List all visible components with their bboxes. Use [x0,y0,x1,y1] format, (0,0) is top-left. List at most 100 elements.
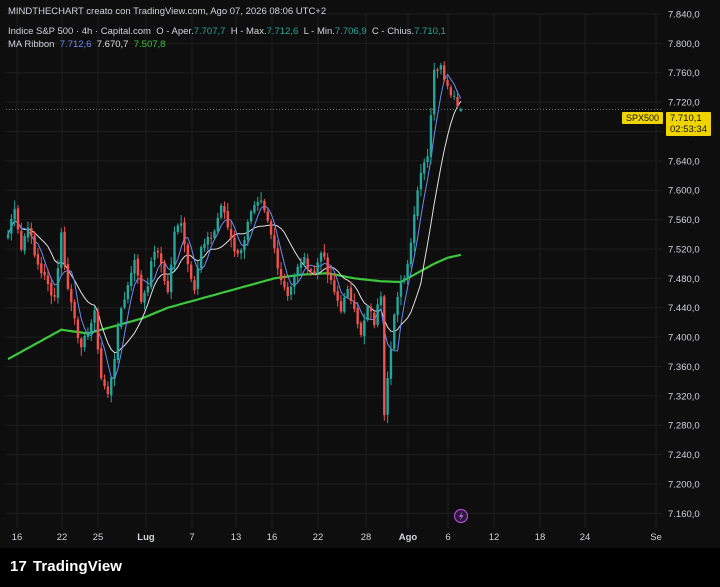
candle-body [36,254,40,265]
candle-body [323,252,326,257]
candle-body [143,292,146,303]
candle-body [40,263,43,274]
candle-body [249,211,253,222]
candle-body [263,200,266,211]
candle-body [296,266,299,276]
x-axis: 16 22 25 Lug 7 13 16 22 28 Ago 6 12 18 24 Se [12,532,662,543]
high-value: 7.712,6 [266,26,299,37]
candle-body [383,296,386,416]
candle-body [253,204,256,213]
x-tick-label: 6 [445,532,450,543]
candle-body [316,262,319,273]
candle-body [216,217,219,232]
low-label: L - Min. [303,26,335,37]
tradingview-logo-icon: 17 [10,558,27,575]
candle-body [153,251,156,260]
candle-body [293,276,296,288]
candle-body [419,172,423,190]
candle-body [309,269,313,271]
candle-body [333,280,336,293]
candle-body [339,301,343,312]
candle-body [156,251,160,253]
candle-body [116,326,120,360]
y-tick-label: 7.480,0 [668,274,700,285]
candle-body [60,232,63,268]
candle-body [303,257,306,264]
candle-body [399,282,403,297]
candle-body [426,156,429,163]
y-tick-label: 7.760,0 [668,68,700,79]
ma-fast-value: 7.712,6 [59,39,92,50]
y-tick-label: 7.400,0 [668,333,700,344]
chart-area[interactable]: 7.840,07.800,07.760,07.720,07.680,07.640… [0,0,720,587]
candle-body [326,257,329,276]
candle-body [213,231,216,238]
candle-body [439,65,443,70]
x-tick-label: 25 [93,532,104,543]
candle-body [159,253,163,264]
candle-body [239,250,243,254]
candle-body [66,264,70,289]
candle-body [356,308,359,325]
candle-body [423,162,426,174]
candle-body [376,304,379,325]
candle-body [433,69,436,115]
candle-body [149,261,153,287]
candle-body [363,320,366,337]
candle-body [269,221,273,235]
candle-body [266,211,269,221]
x-tick-label: Se [650,532,662,543]
candle-body [279,268,283,281]
candle-body [203,243,206,249]
candle-body [389,349,393,379]
x-tick-label: 24 [580,532,591,543]
open-value: 7.707,7 [193,26,226,37]
candle-body [63,231,66,266]
candle-body [73,301,76,319]
candle-body [429,115,433,157]
candle-body [90,322,93,333]
ma-label[interactable]: MA Ribbon [8,39,54,50]
candle-body [349,287,353,301]
candle-body [436,69,439,71]
candle-body [20,230,23,250]
candle-body [209,237,213,239]
x-tick-label: 7 [189,532,194,543]
y-tick-label: 7.800,0 [668,39,700,50]
tradingview-brand: TradingView [32,558,123,575]
candle-body [13,208,16,220]
candle-body [6,234,10,239]
candle-body [193,280,196,291]
y-tick-label: 7.720,0 [668,98,700,109]
y-tick-label: 7.160,0 [668,509,700,520]
y-tick-label: 7.200,0 [668,479,700,490]
flash-icon[interactable] [453,508,469,524]
close-value: 7.710,1 [414,26,446,37]
high-label: H - Max. [230,26,267,37]
tradingview-logo[interactable]: 17 TradingView [10,558,122,575]
y-tick-label: 7.600,0 [668,186,700,197]
candle-body [120,308,123,327]
y-tick-label: 7.280,0 [668,421,700,432]
candle-body [169,264,173,293]
candle-body [319,253,323,262]
x-tick-label: 18 [535,532,546,543]
candle-body [173,231,176,265]
price-tag: 7.710,1 02:53:34 [666,112,711,136]
ma-legend: MA Ribbon 7.712,6 7.670,7 7.507,8 [8,39,165,50]
candle-body [103,379,106,387]
x-tick-label: 22 [313,532,324,543]
y-tick-label: 7.560,0 [668,215,700,226]
candle-body [50,282,53,296]
candle-body [106,386,110,395]
candle-body [229,228,233,239]
candle-body [283,280,286,288]
candle-body [146,286,150,293]
candle-body [110,377,113,396]
candle-body [409,242,413,265]
symbol-name[interactable]: Indice S&P 500 · 4h · Capital.com [8,26,151,37]
chart-svg[interactable]: 7.840,07.800,07.760,07.720,07.680,07.640… [0,0,720,548]
candle-body [343,297,346,312]
candle-body [206,236,209,245]
x-tick-label: 13 [231,532,242,543]
